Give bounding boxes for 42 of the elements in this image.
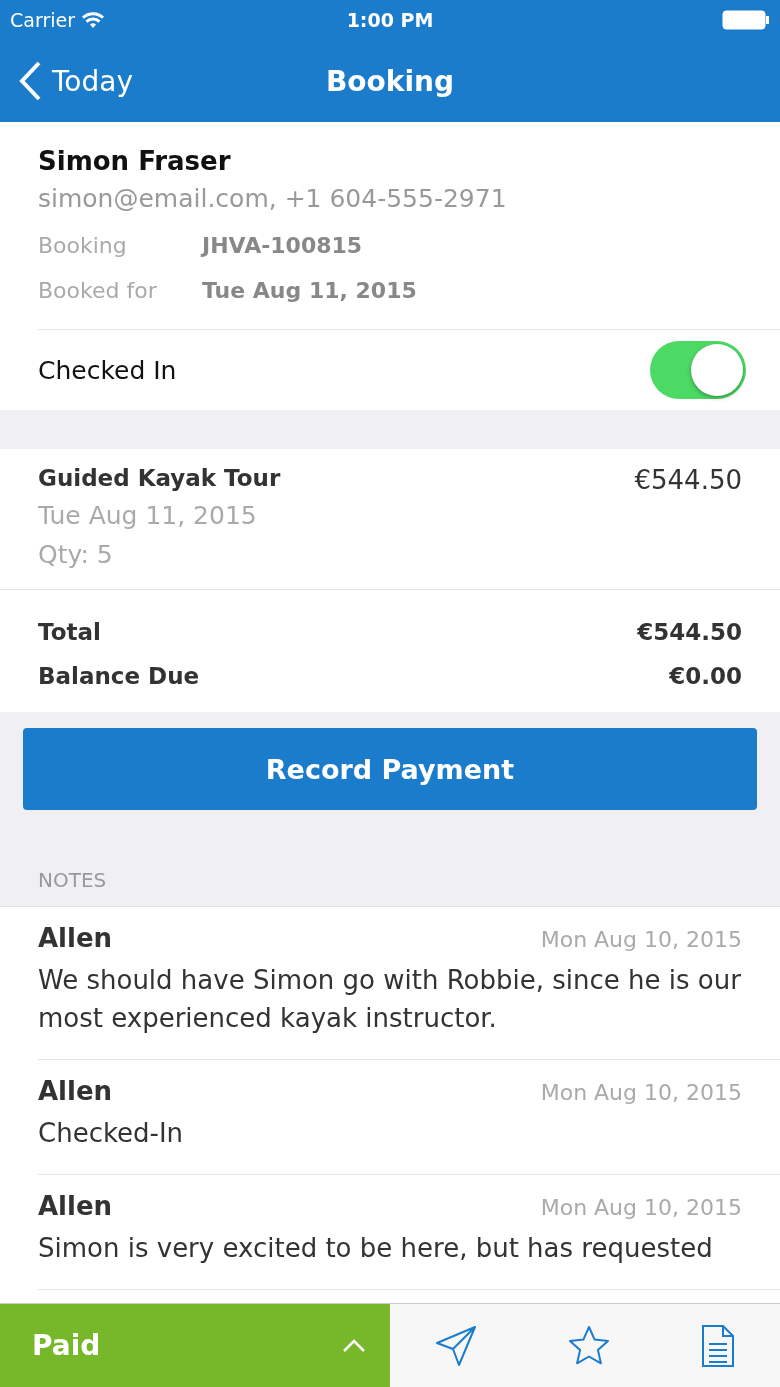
status-button[interactable]: Paid	[0, 1304, 390, 1387]
section-header: NOTES	[37, 867, 108, 894]
item-price: €544.50	[634, 465, 742, 497]
item-date: Tue Aug 11, 2015	[38, 501, 258, 530]
customer-name: Simon Fraser	[38, 145, 232, 176]
note-author: Allen	[38, 1076, 113, 1106]
chevron-left-icon	[18, 61, 42, 101]
carrier-name: Carrier	[10, 9, 75, 31]
field-label: Booked for	[38, 278, 158, 303]
document-icon	[700, 1323, 735, 1368]
note-text: We should have Simon go with Robbie, since he is our most experienced kayak instructor.	[38, 964, 742, 1035]
total-value: €544.50	[637, 619, 742, 645]
note-date: Mon Aug 10, 2015	[540, 1195, 742, 1220]
note-author: Allen	[38, 923, 113, 953]
send-button[interactable]	[435, 1324, 478, 1367]
field-value: JHVA-100815	[202, 233, 363, 258]
checked-in-toggle[interactable]	[650, 341, 746, 399]
total-label: Total	[38, 619, 101, 645]
paper-plane-icon	[435, 1324, 478, 1367]
checked-in-label: Checked In	[38, 355, 177, 385]
wifi-icon	[81, 11, 105, 29]
chevron-up-icon	[342, 1338, 366, 1353]
total-value: €0.00	[669, 663, 742, 689]
item-name: Guided Kayak Tour	[38, 465, 281, 491]
note-author: Allen	[38, 1191, 113, 1221]
note-text: Checked-In	[38, 1117, 185, 1150]
battery-icon	[722, 10, 770, 30]
note-date: Mon Aug 10, 2015	[540, 927, 742, 952]
field-label: Booking	[38, 233, 128, 258]
favorite-button[interactable]	[568, 1324, 610, 1367]
note-text: Simon is very excited to be here, but has requested	[38, 1232, 714, 1265]
screen-title: Booking	[325, 64, 455, 98]
note-date: Mon Aug 10, 2015	[540, 1080, 742, 1105]
record-payment-button[interactable]: Record Payment	[23, 728, 757, 810]
customer-contact: simon@email.com, +1 604-555-2971	[38, 184, 508, 213]
total-label: Balance Due	[38, 663, 200, 689]
field-value: Tue Aug 11, 2015	[202, 278, 417, 303]
back-button[interactable]: Today	[18, 61, 133, 101]
item-quantity: Qty: 5	[38, 540, 114, 569]
document-button[interactable]	[700, 1323, 735, 1368]
status-time: 1:00 PM	[345, 9, 435, 31]
star-icon	[568, 1324, 610, 1367]
